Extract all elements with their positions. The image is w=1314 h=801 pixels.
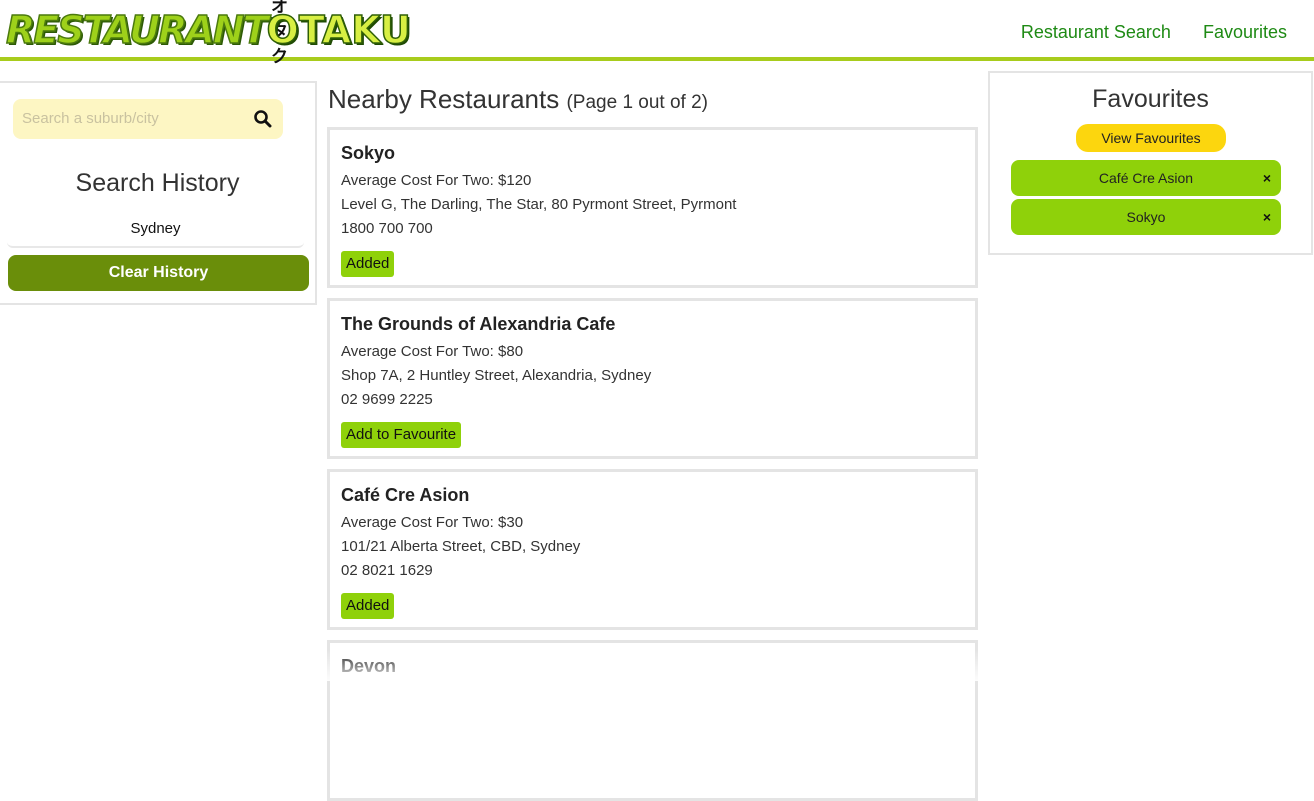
restaurant-address: Shop 7A, 2 Huntley Street, Alexandria, S… bbox=[341, 367, 652, 384]
restaurant-name[interactable]: Devon bbox=[341, 656, 396, 677]
app-header: オタク RESTAURANTOTAKU Restaurant Search Fa… bbox=[0, 0, 1314, 67]
favourites-panel: Favourites View Favourites Café Cre Asio… bbox=[988, 71, 1313, 255]
nav-restaurant-search[interactable]: Restaurant Search bbox=[1021, 22, 1171, 43]
history-item-sydney[interactable]: Sydney bbox=[7, 213, 304, 248]
add-to-favourite-button[interactable]: Add to Favourite bbox=[341, 422, 462, 448]
restaurant-card: The Grounds of Alexandria Cafe Average C… bbox=[327, 298, 978, 459]
favourite-item-label: Sokyo bbox=[1126, 209, 1166, 225]
favourite-item-label: Café Cre Asion bbox=[1098, 170, 1194, 186]
restaurant-card: Sokyo Average Cost For Two: $120 Level G… bbox=[327, 127, 978, 288]
restaurant-cost: Average Cost For Two: $30 bbox=[341, 514, 524, 531]
restaurant-phone: 1800 700 700 bbox=[341, 220, 433, 237]
view-favourites-button[interactable]: View Favourites bbox=[1076, 124, 1226, 152]
restaurant-phone: 02 8021 1629 bbox=[341, 562, 433, 579]
restaurant-address: Level G, The Darling, The Star, 80 Pyrmo… bbox=[341, 196, 737, 213]
restaurant-phone: 02 9699 2225 bbox=[341, 391, 433, 408]
search-history-title: Search History bbox=[75, 169, 240, 197]
restaurant-name[interactable]: Sokyo bbox=[341, 143, 395, 164]
page-indicator: (Page 1 out of 2) bbox=[566, 92, 709, 113]
restaurant-card: Café Cre Asion Average Cost For Two: $30… bbox=[327, 469, 978, 630]
favourite-item[interactable]: Sokyo × bbox=[1011, 199, 1281, 235]
page-title: Nearby Restaurants (Page 1 out of 2) bbox=[328, 84, 709, 114]
search-icon[interactable] bbox=[253, 109, 273, 129]
restaurant-name[interactable]: Café Cre Asion bbox=[341, 485, 469, 506]
restaurant-name[interactable]: The Grounds of Alexandria Cafe bbox=[341, 314, 615, 335]
favourite-item[interactable]: Café Cre Asion × bbox=[1011, 160, 1281, 196]
search-input[interactable]: Search a suburb/city bbox=[13, 99, 283, 139]
nav-favourites[interactable]: Favourites bbox=[1203, 22, 1287, 43]
restaurant-address: 101/21 Alberta Street, CBD, Sydney bbox=[341, 538, 581, 555]
added-button[interactable]: Added bbox=[341, 251, 395, 277]
search-panel: Search a suburb/city Search History Sydn… bbox=[0, 81, 317, 305]
restaurant-cost: Average Cost For Two: $80 bbox=[341, 343, 524, 360]
search-placeholder: Search a suburb/city bbox=[22, 110, 159, 127]
favourites-title: Favourites bbox=[1092, 85, 1209, 113]
restaurant-cost: Average Cost For Two: $120 bbox=[341, 172, 532, 189]
clear-history-button[interactable]: Clear History bbox=[8, 255, 309, 291]
logo-wordmark: RESTAURANTOTAKU bbox=[5, 7, 411, 53]
close-icon[interactable]: × bbox=[1263, 199, 1271, 235]
top-nav: Restaurant Search Favourites bbox=[1021, 22, 1287, 43]
close-icon[interactable]: × bbox=[1263, 160, 1271, 196]
added-button[interactable]: Added bbox=[341, 593, 395, 619]
restaurant-card: Devon bbox=[327, 640, 978, 801]
